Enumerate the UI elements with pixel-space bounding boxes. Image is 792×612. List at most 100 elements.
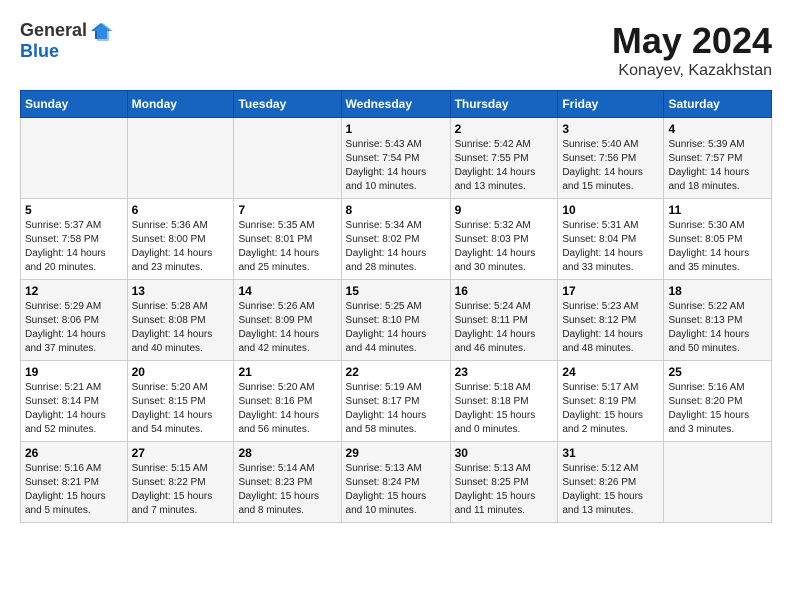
day-info: Sunrise: 5:42 AM Sunset: 7:55 PM Dayligh… <box>455 138 554 194</box>
day-number: 29 <box>346 446 446 460</box>
day-info: Sunrise: 5:17 AM Sunset: 8:19 PM Dayligh… <box>562 381 659 437</box>
header-tuesday: Tuesday <box>234 91 341 118</box>
day-info: Sunrise: 5:39 AM Sunset: 7:57 PM Dayligh… <box>668 138 767 194</box>
calendar-cell: 29 Sunrise: 5:13 AM Sunset: 8:24 PM Dayli… <box>341 442 450 523</box>
day-number: 12 <box>25 284 123 298</box>
calendar-cell: 4 Sunrise: 5:39 AM Sunset: 7:57 PM Daylig… <box>664 118 772 199</box>
day-info: Sunrise: 5:16 AM Sunset: 8:21 PM Dayligh… <box>25 462 123 518</box>
day-info: Sunrise: 5:26 AM Sunset: 8:09 PM Dayligh… <box>238 300 336 356</box>
day-number: 7 <box>238 203 336 217</box>
day-number: 31 <box>562 446 659 460</box>
calendar-cell: 27 Sunrise: 5:15 AM Sunset: 8:22 PM Dayli… <box>127 442 234 523</box>
day-number: 26 <box>25 446 123 460</box>
day-info: Sunrise: 5:20 AM Sunset: 8:16 PM Dayligh… <box>238 381 336 437</box>
calendar-cell: 17Sunrise: 5:23 AM Sunset: 8:12 PM Dayli… <box>558 280 664 361</box>
calendar-cell: 3 Sunrise: 5:40 AM Sunset: 7:56 PM Daylig… <box>558 118 664 199</box>
day-number: 18 <box>668 284 767 298</box>
calendar-cell: 6 Sunrise: 5:36 AM Sunset: 8:00 PM Daylig… <box>127 199 234 280</box>
day-info: Sunrise: 5:40 AM Sunset: 7:56 PM Dayligh… <box>562 138 659 194</box>
day-number: 3 <box>562 122 659 136</box>
logo: General Blue <box>20 20 113 62</box>
calendar-cell: 12 Sunrise: 5:29 AM Sunset: 8:06 PM Dayli… <box>21 280 128 361</box>
day-number: 28 <box>238 446 336 460</box>
day-number: 4 <box>668 122 767 136</box>
day-number: 13 <box>132 284 230 298</box>
page-header: General Blue May 2024 Konayev, Kazakhsta… <box>20 20 772 80</box>
day-number: 16 <box>455 284 554 298</box>
day-number: 11 <box>668 203 767 217</box>
day-info: Sunrise: 5:37 AM Sunset: 7:58 PM Dayligh… <box>25 219 123 275</box>
title-block: May 2024 Konayev, Kazakhstan <box>612 20 772 80</box>
day-number: 5 <box>25 203 123 217</box>
day-number: 20 <box>132 365 230 379</box>
day-number: 8 <box>346 203 446 217</box>
calendar-cell <box>21 118 128 199</box>
logo-general-text: General <box>20 20 87 41</box>
calendar-cell: 26 Sunrise: 5:16 AM Sunset: 8:21 PM Dayli… <box>21 442 128 523</box>
day-info: Sunrise: 5:21 AM Sunset: 8:14 PM Dayligh… <box>25 381 123 437</box>
day-info: Sunrise: 5:36 AM Sunset: 8:00 PM Dayligh… <box>132 219 230 275</box>
calendar-cell: 20 Sunrise: 5:20 AM Sunset: 8:15 PM Dayli… <box>127 361 234 442</box>
calendar-cell: 5 Sunrise: 5:37 AM Sunset: 7:58 PM Daylig… <box>21 199 128 280</box>
day-number: 14 <box>238 284 336 298</box>
day-number: 22 <box>346 365 446 379</box>
day-info: Sunrise: 5:19 AM Sunset: 8:17 PM Dayligh… <box>346 381 446 437</box>
calendar-cell: 21 Sunrise: 5:20 AM Sunset: 8:16 PM Dayli… <box>234 361 341 442</box>
header-friday: Friday <box>558 91 664 118</box>
calendar-week-row: 5 Sunrise: 5:37 AM Sunset: 7:58 PM Daylig… <box>21 199 772 280</box>
day-number: 6 <box>132 203 230 217</box>
day-info: Sunrise: 5:14 AM Sunset: 8:23 PM Dayligh… <box>238 462 336 518</box>
calendar-cell: 16 Sunrise: 5:24 AM Sunset: 8:11 PM Dayli… <box>450 280 558 361</box>
day-number: 1 <box>346 122 446 136</box>
calendar-cell: 14 Sunrise: 5:26 AM Sunset: 8:09 PM Dayli… <box>234 280 341 361</box>
day-info: Sunrise: 5:31 AM Sunset: 8:04 PM Dayligh… <box>562 219 659 275</box>
day-number: 25 <box>668 365 767 379</box>
header-monday: Monday <box>127 91 234 118</box>
day-info: Sunrise: 5:13 AM Sunset: 8:24 PM Dayligh… <box>346 462 446 518</box>
day-number: 19 <box>25 365 123 379</box>
day-info: Sunrise: 5:15 AM Sunset: 8:22 PM Dayligh… <box>132 462 230 518</box>
calendar-cell: 22 Sunrise: 5:19 AM Sunset: 8:17 PM Dayli… <box>341 361 450 442</box>
day-info: Sunrise: 5:13 AM Sunset: 8:25 PM Dayligh… <box>455 462 554 518</box>
calendar-cell <box>664 442 772 523</box>
day-info: Sunrise: 5:35 AM Sunset: 8:01 PM Dayligh… <box>238 219 336 275</box>
calendar-cell: 15Sunrise: 5:25 AM Sunset: 8:10 PM Dayli… <box>341 280 450 361</box>
day-number: 15 <box>346 284 446 298</box>
calendar-cell <box>234 118 341 199</box>
calendar-cell: 7 Sunrise: 5:35 AM Sunset: 8:01 PM Daylig… <box>234 199 341 280</box>
day-info: Sunrise: 5:28 AM Sunset: 8:08 PM Dayligh… <box>132 300 230 356</box>
calendar-cell: 31 Sunrise: 5:12 AM Sunset: 8:26 PM Dayli… <box>558 442 664 523</box>
calendar-cell: 2 Sunrise: 5:42 AM Sunset: 7:55 PM Daylig… <box>450 118 558 199</box>
logo-blue-text: Blue <box>20 41 59 62</box>
header-wednesday: Wednesday <box>341 91 450 118</box>
header-saturday: Saturday <box>664 91 772 118</box>
calendar-header-row: SundayMondayTuesdayWednesdayThursdayFrid… <box>21 91 772 118</box>
day-number: 21 <box>238 365 336 379</box>
day-number: 10 <box>562 203 659 217</box>
calendar-cell: 13 Sunrise: 5:28 AM Sunset: 8:08 PM Dayli… <box>127 280 234 361</box>
day-info: Sunrise: 5:30 AM Sunset: 8:05 PM Dayligh… <box>668 219 767 275</box>
day-info: Sunrise: 5:34 AM Sunset: 8:02 PM Dayligh… <box>346 219 446 275</box>
page-subtitle: Konayev, Kazakhstan <box>612 62 772 80</box>
day-info: Sunrise: 5:24 AM Sunset: 8:11 PM Dayligh… <box>455 300 554 356</box>
header-sunday: Sunday <box>21 91 128 118</box>
day-number: 27 <box>132 446 230 460</box>
calendar-table: SundayMondayTuesdayWednesdayThursdayFrid… <box>20 90 772 523</box>
day-info: Sunrise: 5:18 AM Sunset: 8:18 PM Dayligh… <box>455 381 554 437</box>
day-info: Sunrise: 5:20 AM Sunset: 8:15 PM Dayligh… <box>132 381 230 437</box>
calendar-week-row: 26 Sunrise: 5:16 AM Sunset: 8:21 PM Dayli… <box>21 442 772 523</box>
calendar-cell: 18 Sunrise: 5:22 AM Sunset: 8:13 PM Dayli… <box>664 280 772 361</box>
day-info: Sunrise: 5:22 AM Sunset: 8:13 PM Dayligh… <box>668 300 767 356</box>
day-number: 2 <box>455 122 554 136</box>
calendar-cell: 9Sunrise: 5:32 AM Sunset: 8:03 PM Daylig… <box>450 199 558 280</box>
calendar-cell: 25Sunrise: 5:16 AM Sunset: 8:20 PM Dayli… <box>664 361 772 442</box>
day-number: 17 <box>562 284 659 298</box>
calendar-week-row: 19 Sunrise: 5:21 AM Sunset: 8:14 PM Dayli… <box>21 361 772 442</box>
day-info: Sunrise: 5:12 AM Sunset: 8:26 PM Dayligh… <box>562 462 659 518</box>
logo-icon <box>89 21 113 41</box>
calendar-cell: 1Sunrise: 5:43 AM Sunset: 7:54 PM Daylig… <box>341 118 450 199</box>
calendar-cell: 19 Sunrise: 5:21 AM Sunset: 8:14 PM Dayli… <box>21 361 128 442</box>
calendar-cell: 30Sunrise: 5:13 AM Sunset: 8:25 PM Dayli… <box>450 442 558 523</box>
day-info: Sunrise: 5:29 AM Sunset: 8:06 PM Dayligh… <box>25 300 123 356</box>
calendar-cell: 28 Sunrise: 5:14 AM Sunset: 8:23 PM Dayli… <box>234 442 341 523</box>
